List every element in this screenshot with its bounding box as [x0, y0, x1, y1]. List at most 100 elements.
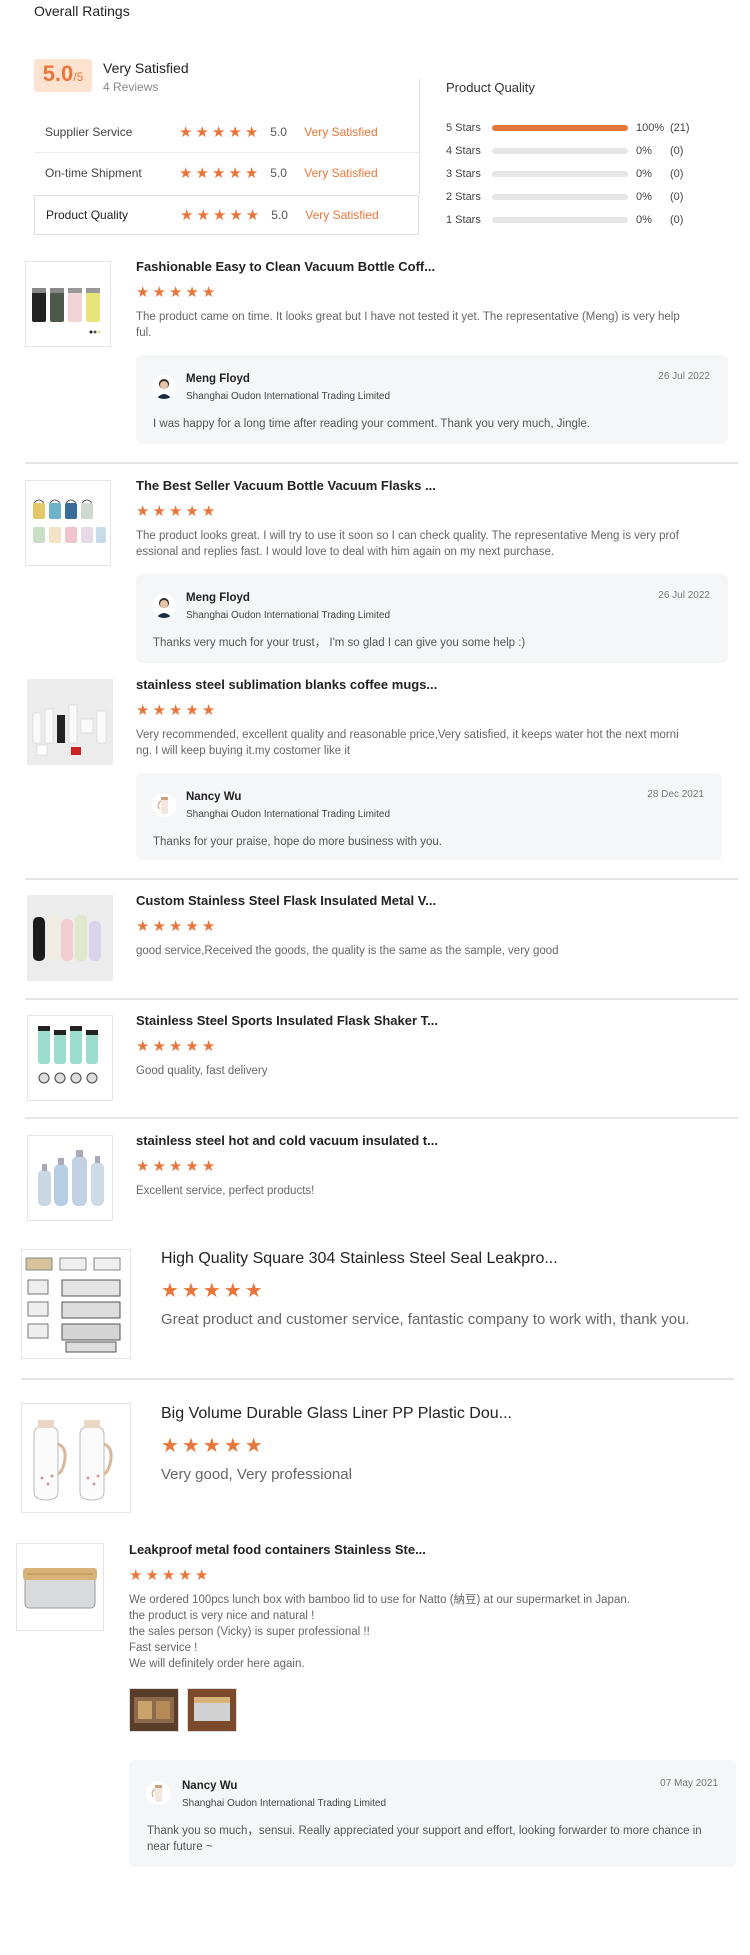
avatar: [152, 793, 176, 817]
review-comment: Good quality, fast delivery: [136, 1065, 268, 1077]
review-product-title[interactable]: Stainless Steel Sports Insulated Flask S…: [136, 1013, 438, 1028]
rating-text: Very Satisfied: [304, 166, 378, 180]
star-icon: ★: [136, 503, 150, 520]
review-product-title[interactable]: Fashionable Easy to Clean Vacuum Bottle …: [136, 259, 435, 274]
product-thumbnail[interactable]: [21, 1249, 131, 1359]
star-icon: ★: [185, 702, 199, 719]
review-divider: [25, 462, 738, 464]
star-icon: ★: [201, 918, 216, 935]
review-photo[interactable]: [129, 1688, 179, 1732]
star-icon: ★: [185, 1038, 199, 1055]
quality-bar-row[interactable]: 1 Stars 0% (0): [446, 211, 736, 229]
star-icon: ★: [228, 164, 242, 182]
star-icon: ★: [244, 1280, 263, 1302]
quality-bar-row[interactable]: 5 Stars 100% (21): [446, 119, 736, 137]
product-thumbnail[interactable]: [27, 1135, 113, 1221]
quality-bar-percent: 0%: [636, 214, 652, 226]
product-thumbnail[interactable]: [27, 1015, 113, 1101]
rating-value: 5.0: [270, 125, 287, 139]
quality-bar-label: 5 Stars: [446, 122, 481, 134]
supplier-reply: Meng Floyd Shanghai Oudon International …: [136, 355, 728, 444]
star-icon: ★: [129, 1567, 143, 1584]
comment-line: Fast service !: [129, 1642, 198, 1654]
review-comment: good service,Received the goods, the qua…: [136, 945, 559, 957]
quality-bar-row[interactable]: 3 Stars 0% (0): [446, 165, 736, 183]
star-icon: ★: [201, 503, 216, 520]
quality-bar-label: 2 Stars: [446, 191, 481, 203]
star-icon: ★: [136, 1038, 150, 1055]
star-icon: ★: [201, 1158, 216, 1175]
star-icon: ★: [152, 1038, 166, 1055]
star-icon: ★: [168, 918, 183, 935]
rating-label: On-time Shipment: [45, 166, 142, 180]
reply-name: Meng Floyd: [186, 592, 250, 604]
review-count: 4 Reviews: [103, 80, 159, 94]
review-product-title[interactable]: stainless steel sublimation blanks coffe…: [136, 677, 437, 692]
supplier-reply: Meng Floyd Shanghai Oudon International …: [136, 574, 728, 663]
rating-text: Very Satisfied: [305, 208, 379, 222]
product-thumbnail[interactable]: [27, 895, 113, 981]
review-stars: ★ ★ ★ ★ ★: [136, 919, 215, 934]
rating-value: 5.0: [270, 166, 287, 180]
reply-name: Nancy Wu: [182, 1780, 238, 1792]
star-icon: ★: [244, 1435, 263, 1457]
star-icon: ★: [244, 164, 259, 182]
review-product-title[interactable]: Custom Stainless Steel Flask Insulated M…: [136, 893, 436, 908]
reply-text: Thanks for your praise, hope do more bus…: [153, 836, 442, 848]
review-stars: ★ ★ ★ ★ ★: [136, 1039, 215, 1054]
quality-bar-count: (0): [670, 191, 684, 203]
divider: [34, 152, 419, 153]
review-product-title[interactable]: The Best Seller Vacuum Bottle Vacuum Fla…: [136, 478, 436, 493]
star-icon: ★: [223, 1280, 242, 1302]
rating-value: 5.0: [271, 208, 288, 222]
rating-row-on-time-shipment[interactable]: On-time Shipment ★ ★ ★ ★ ★ 5.0 Very Satisfie…: [34, 153, 419, 193]
star-icon: ★: [168, 702, 183, 719]
star-icon: ★: [136, 702, 150, 719]
quality-bar-count: (0): [670, 145, 684, 157]
star-icon: ★: [185, 1158, 199, 1175]
comment-line: the sales person (Vicky) is super profes…: [129, 1626, 370, 1638]
star-icon: ★: [202, 1435, 221, 1457]
reply-text: I was happy for a long time after readin…: [153, 418, 590, 430]
reply-text: Thank you so much，sensui. Really appreci…: [147, 1825, 702, 1853]
quality-bar-label: 3 Stars: [446, 168, 481, 180]
review-product-title[interactable]: High Quality Square 304 Stainless Steel …: [161, 1250, 558, 1268]
review-divider: [25, 998, 738, 1000]
rating-row-product-quality[interactable]: Product Quality ★ ★ ★ ★ ★ 5.0 Very Satisfied: [34, 195, 419, 235]
rating-text: Very Satisfied: [304, 125, 378, 139]
star-icon: ★: [185, 284, 199, 301]
star-icon: ★: [152, 918, 166, 935]
comment-line: the product is very nice and natural !: [129, 1610, 315, 1622]
reply-name: Nancy Wu: [186, 791, 242, 803]
star-icon: ★: [136, 1158, 150, 1175]
rating-stars: ★ ★ ★ ★ ★: [180, 208, 259, 223]
review-product-title[interactable]: Leakproof metal food containers Stainles…: [129, 1542, 426, 1557]
quality-bar-row[interactable]: 2 Stars 0% (0): [446, 188, 736, 206]
product-thumbnail[interactable]: [27, 679, 113, 765]
star-icon: ★: [195, 123, 209, 141]
review-photo[interactable]: [187, 1688, 237, 1732]
comment-line: We will definitely order here again.: [129, 1658, 305, 1670]
product-thumbnail[interactable]: [25, 261, 111, 347]
quality-bar-percent: 0%: [636, 145, 652, 157]
review-stars: ★ ★ ★ ★ ★: [136, 285, 215, 300]
star-icon: ★: [181, 1435, 200, 1457]
review-stars: ★ ★ ★ ★ ★: [136, 504, 215, 519]
quality-bar-track: [492, 125, 628, 131]
review-product-title[interactable]: stainless steel hot and cold vacuum insu…: [136, 1133, 438, 1148]
rating-stars: ★ ★ ★ ★ ★: [179, 166, 258, 181]
star-icon: ★: [168, 503, 183, 520]
review-comment: Very recommended, excellent quality and …: [136, 729, 679, 757]
product-thumbnail[interactable]: [25, 480, 111, 566]
quality-bar-count: (21): [670, 122, 690, 134]
overall-ratings-title: Overall Ratings: [34, 3, 130, 19]
overall-score-badge: 5.0/5: [34, 59, 92, 92]
star-icon: ★: [228, 123, 242, 141]
product-thumbnail[interactable]: [21, 1403, 131, 1513]
product-thumbnail[interactable]: [16, 1543, 104, 1631]
reply-company: Shanghai Oudon International Trading Lim…: [186, 809, 391, 820]
reply-text: Thanks very much for your trust， I'm so …: [153, 637, 526, 649]
review-product-title[interactable]: Big Volume Durable Glass Liner PP Plasti…: [161, 1405, 512, 1423]
rating-row-supplier-service[interactable]: Supplier Service ★ ★ ★ ★ ★ 5.0 Very Satisfie…: [34, 112, 419, 152]
quality-bar-row[interactable]: 4 Stars 0% (0): [446, 142, 736, 160]
